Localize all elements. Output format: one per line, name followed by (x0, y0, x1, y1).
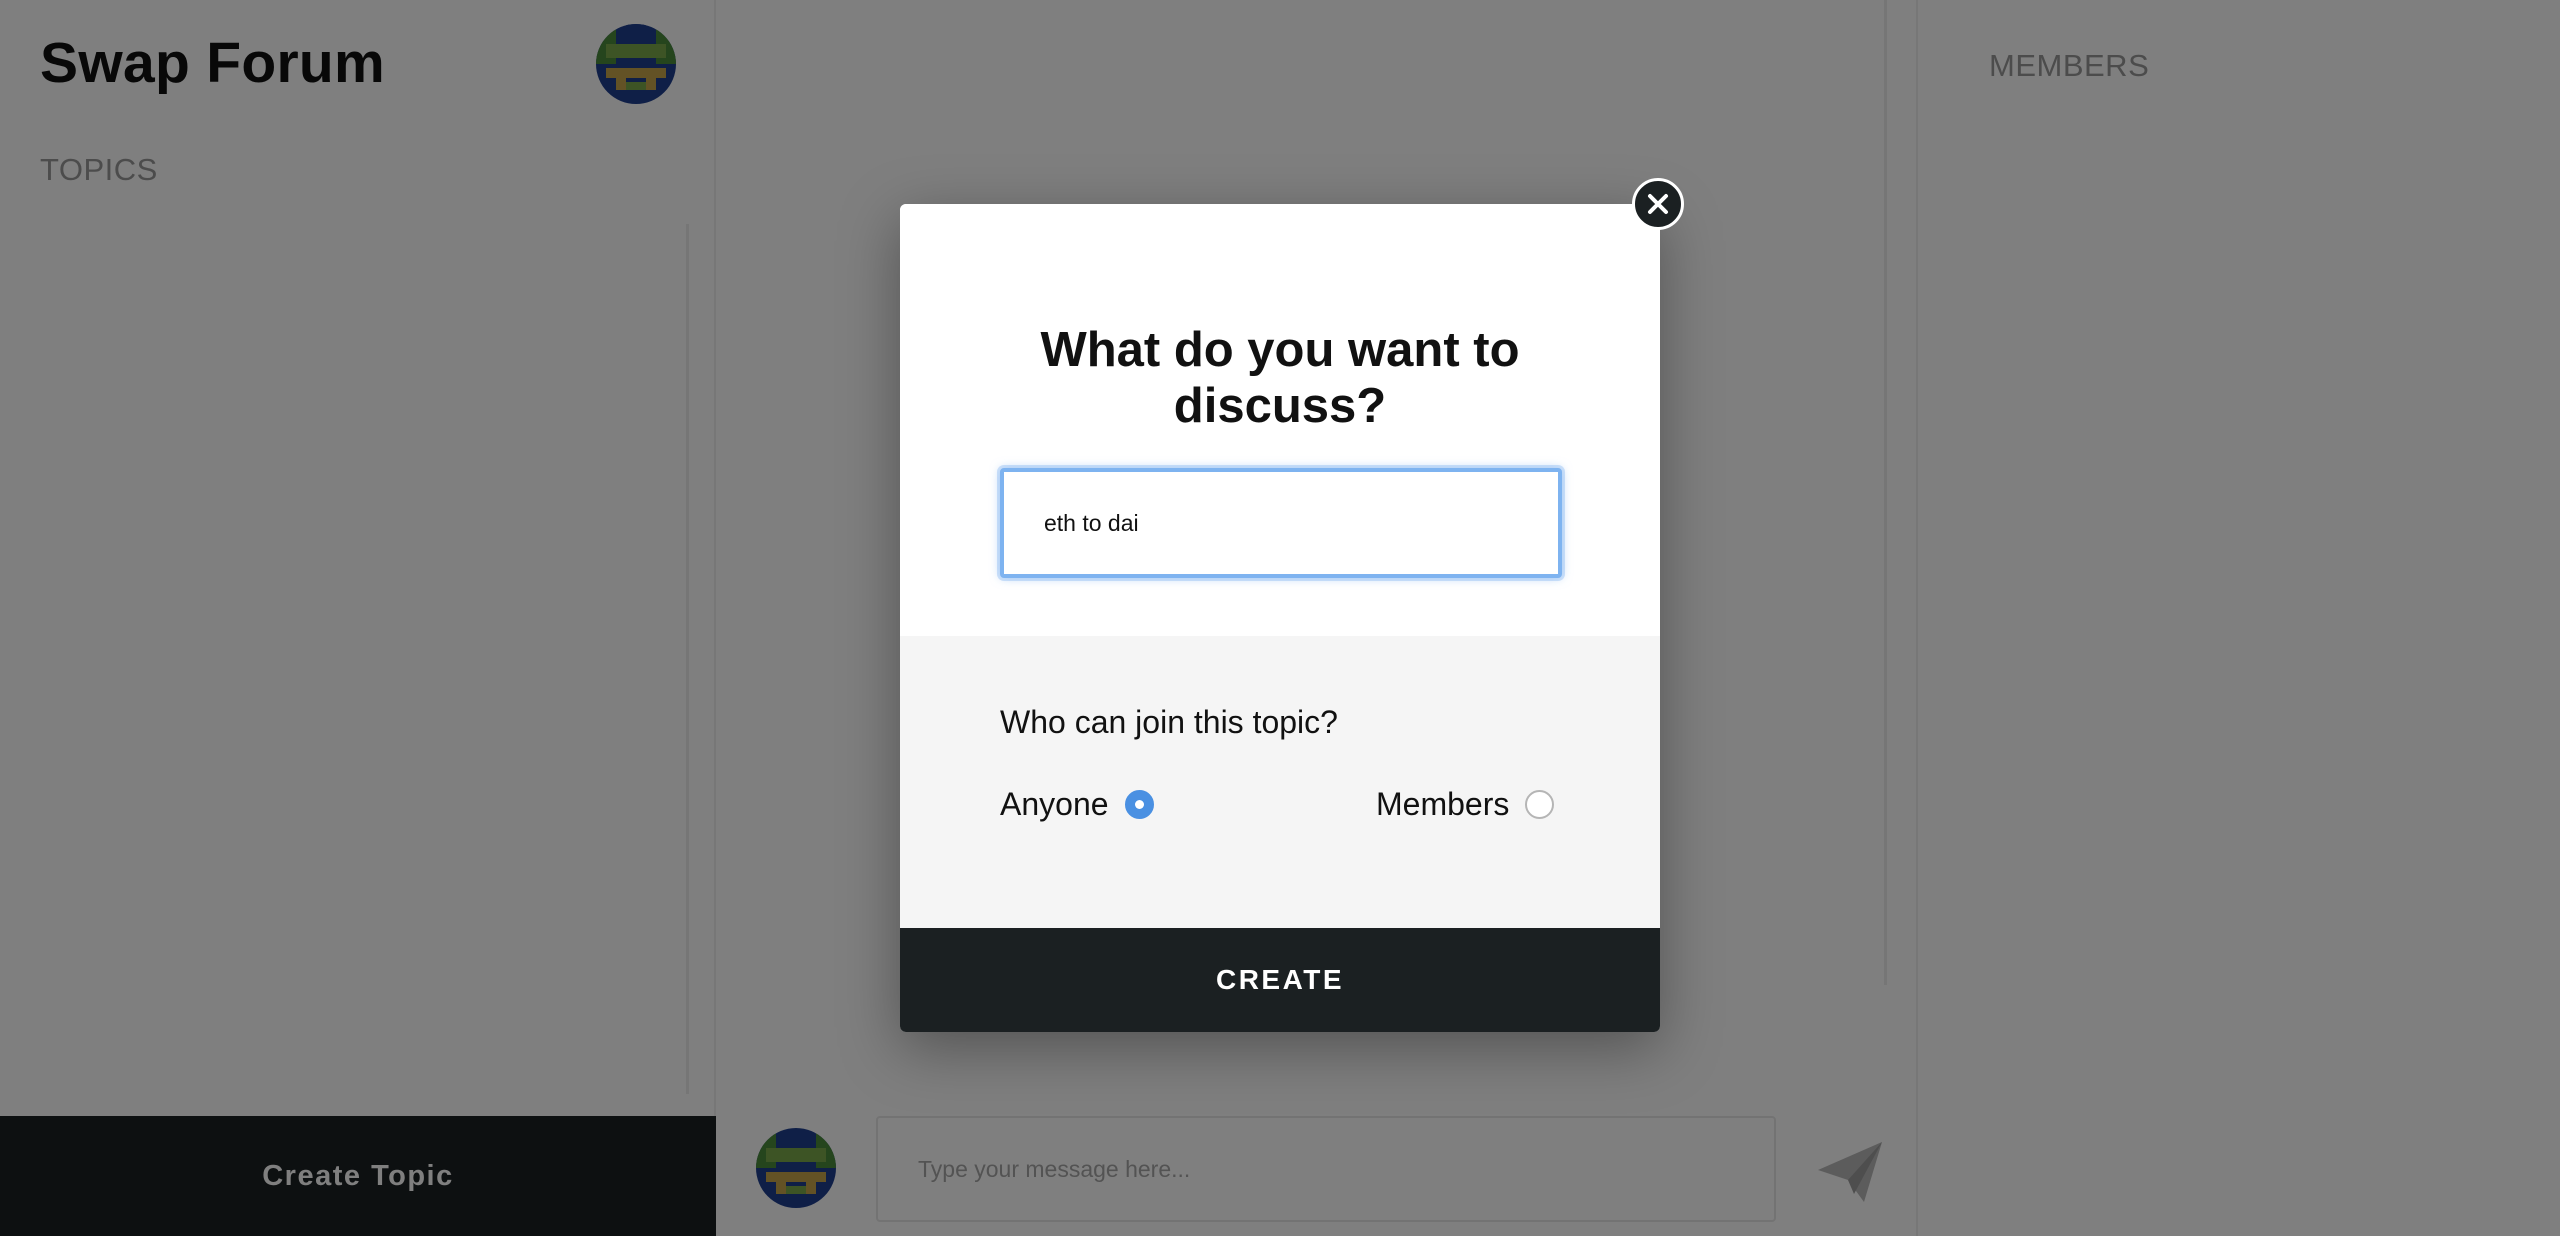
create-button[interactable]: CREATE (900, 928, 1660, 1032)
access-section: Who can join this topic? Anyone Members (900, 636, 1660, 928)
option-members[interactable]: Members (1376, 786, 1555, 823)
option-anyone-label: Anyone (1000, 786, 1109, 822)
option-anyone[interactable]: Anyone (1000, 786, 1154, 823)
close-icon (1648, 194, 1668, 214)
close-modal-button[interactable] (1632, 178, 1684, 230)
join-question: Who can join this topic? (1000, 704, 1338, 740)
topic-name-input[interactable] (1000, 468, 1562, 578)
option-members-label: Members (1376, 786, 1510, 822)
modal-header-section: What do you want to discuss? (900, 204, 1660, 636)
app-root: Swap Forum TOPICS Create Topic (0, 0, 2560, 1236)
create-topic-modal: What do you want to discuss? Who can joi… (900, 204, 1660, 1032)
radio-anyone[interactable] (1124, 790, 1154, 819)
radio-members[interactable] (1525, 790, 1555, 819)
modal-title: What do you want to discuss? (1040, 323, 1520, 433)
